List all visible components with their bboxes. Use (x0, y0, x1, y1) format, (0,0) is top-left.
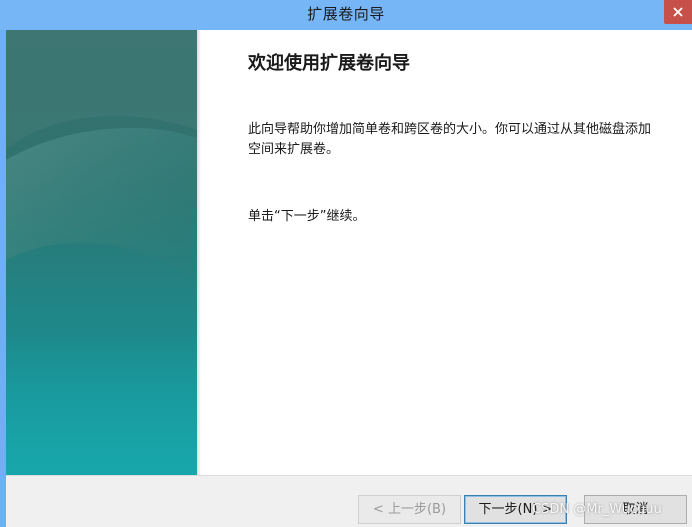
close-button[interactable] (664, 0, 692, 24)
page-title: 欢迎使用扩展卷向导 (248, 53, 410, 74)
title-bar[interactable]: 扩展卷向导 (0, 0, 692, 30)
side-banner-divider (197, 30, 201, 475)
watermark: CSDN @Mr_Wucuuu (532, 502, 662, 517)
wizard-footer: < 上一步(B) 下一步(N) > 取消 (6, 475, 692, 527)
window-title: 扩展卷向导 (307, 5, 385, 23)
continue-hint: 单击“下一步”继续。 (248, 209, 366, 224)
wizard-description: 此向导帮助你增加简单卷和跨区卷的大小。你可以通过从其他磁盘添加空间来扩展卷。 (248, 122, 652, 157)
wizard-side-banner (6, 30, 197, 475)
back-button[interactable]: < 上一步(B) (358, 495, 461, 524)
extend-volume-wizard-window: 扩展卷向导 欢迎使用扩展卷向导 此向导帮助你增加简单卷和跨区卷的大小。你可以通过… (0, 0, 692, 527)
wizard-content: 欢迎使用扩展卷向导 此向导帮助你增加简单卷和跨区卷的大小。你可以通过从其他磁盘添… (6, 30, 692, 475)
close-icon (673, 7, 683, 17)
